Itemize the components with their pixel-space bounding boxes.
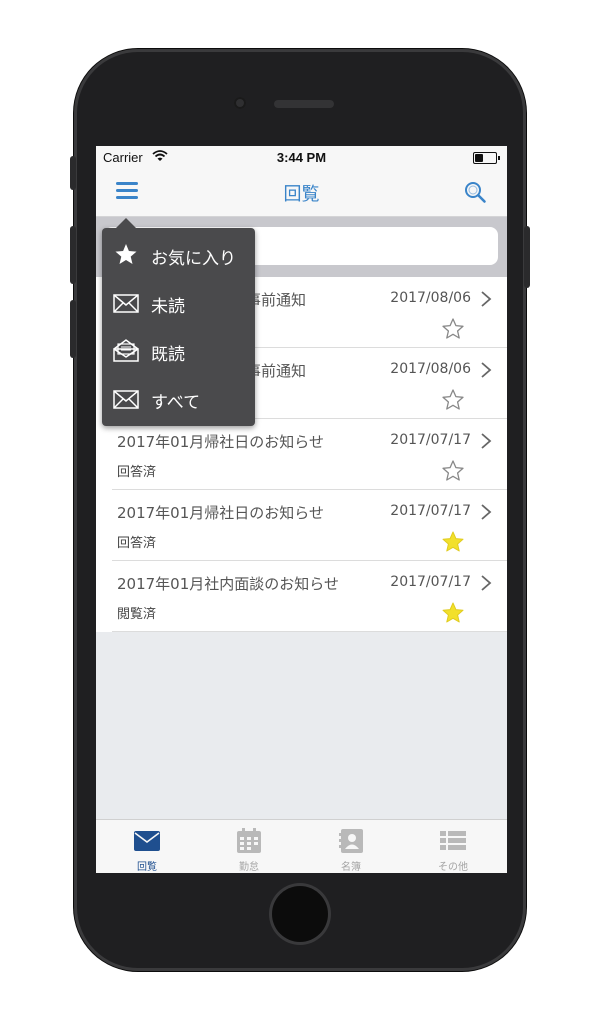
tab-label: 勤怠 — [239, 862, 259, 873]
list-item[interactable]: 2017年01月社内面談のお知らせ 2017/07/17 閲覧済 — [112, 561, 507, 632]
chevron-right-icon — [481, 504, 492, 520]
battery-level — [475, 154, 484, 162]
list-item[interactable]: 2017年01月帰社日のお知らせ 2017/07/17 回答済 — [112, 419, 507, 490]
item-title: 2017年01月帰社日のお知らせ — [117, 504, 324, 522]
home-button[interactable] — [272, 886, 328, 942]
app-screen: Carrier 3:44 PM 回覧 事前通知 2017/08/06 事前通知 … — [96, 146, 507, 873]
volume-down-button — [70, 300, 76, 358]
envelope-closed-icon — [113, 294, 139, 313]
menu-item-all[interactable]: すべて — [102, 376, 255, 422]
tab-label: その他 — [438, 862, 468, 873]
tab-label: 名簿 — [341, 862, 361, 873]
chevron-right-icon — [481, 433, 492, 449]
item-status: 閲覧済 — [117, 607, 157, 622]
list-icon — [440, 831, 466, 850]
front-camera — [234, 97, 246, 109]
contacts-icon — [339, 829, 363, 853]
star-outline-icon[interactable] — [441, 459, 465, 483]
star-filled-icon[interactable] — [441, 601, 465, 625]
menu-item-label: すべて — [151, 393, 201, 413]
chevron-right-icon — [481, 291, 492, 307]
tab-other[interactable]: その他 — [402, 820, 504, 873]
star-outline-icon[interactable] — [441, 317, 465, 341]
item-title: 事前通知 — [246, 291, 307, 309]
chevron-right-icon — [481, 575, 492, 591]
menu-item-unread[interactable]: 未読 — [102, 280, 255, 326]
battery-nub — [498, 156, 500, 160]
navigation-bar: 回覧 — [96, 168, 507, 217]
item-status: 回答済 — [117, 465, 157, 480]
mail-icon — [134, 831, 160, 851]
menu-item-label: お気に入り — [151, 249, 236, 269]
status-bar: Carrier 3:44 PM — [96, 146, 507, 168]
item-date: 2017/07/17 — [390, 503, 471, 519]
menu-item-label: 未読 — [151, 297, 185, 317]
earpiece-speaker — [274, 100, 334, 108]
menu-item-label: 既読 — [151, 345, 185, 365]
menu-item-favorites[interactable]: お気に入り — [102, 232, 255, 278]
envelope-open-icon — [113, 339, 139, 362]
calendar-icon — [237, 828, 261, 853]
envelope-all-icon — [113, 390, 139, 409]
search-icon[interactable] — [463, 180, 487, 204]
item-title: 2017年01月社内面談のお知らせ — [117, 575, 339, 593]
page-title: 回覧 — [283, 184, 320, 205]
item-status: 回答済 — [117, 536, 157, 551]
star-outline-icon[interactable] — [441, 388, 465, 412]
dropdown-arrow — [116, 218, 136, 228]
item-date: 2017/07/17 — [390, 432, 471, 448]
mute-switch — [70, 156, 76, 190]
volume-up-button — [70, 226, 76, 284]
item-title: 2017年01月帰社日のお知らせ — [117, 433, 324, 451]
list-item[interactable]: 2017年01月帰社日のお知らせ 2017/07/17 回答済 — [112, 490, 507, 561]
tab-attendance[interactable]: 勤怠 — [198, 820, 300, 873]
tab-bar: 回覧 勤怠 名簿 その他 — [96, 819, 507, 873]
star-icon — [115, 244, 137, 264]
item-title: 事前通知 — [246, 362, 307, 380]
item-date: 2017/08/06 — [390, 361, 471, 377]
star-filled-icon[interactable] — [441, 530, 465, 554]
battery-icon — [473, 152, 500, 164]
chevron-right-icon — [481, 362, 492, 378]
item-date: 2017/08/06 — [390, 290, 471, 306]
menu-item-read[interactable]: 既読 — [102, 328, 255, 374]
tab-circular[interactable]: 回覧 — [96, 820, 198, 873]
power-button — [524, 226, 530, 288]
tab-directory[interactable]: 名簿 — [300, 820, 402, 873]
item-date: 2017/07/17 — [390, 574, 471, 590]
status-time: 3:44 PM — [276, 150, 327, 165]
tab-label: 回覧 — [137, 862, 157, 873]
filter-dropdown-menu: お気に入り 未読 既読 すべて — [102, 218, 255, 426]
